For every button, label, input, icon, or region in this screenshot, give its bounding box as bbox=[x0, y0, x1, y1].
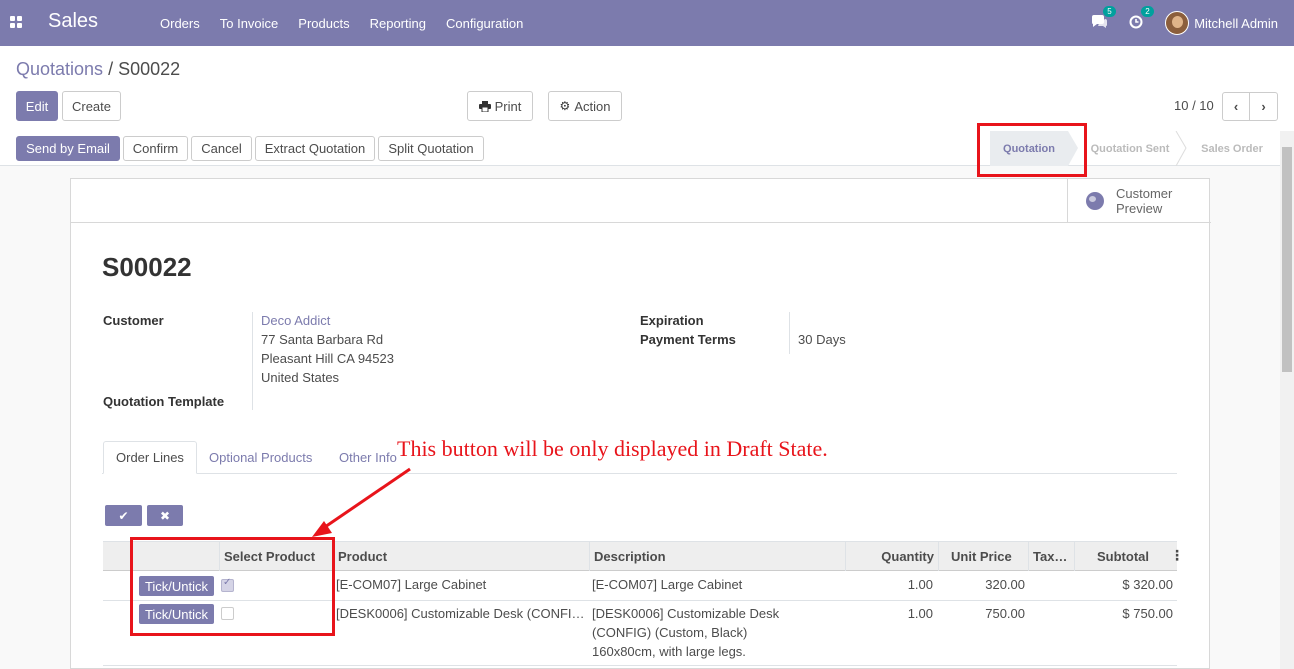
description-line1: [DESK0006] Customizable Desk bbox=[592, 606, 780, 621]
description-cell[interactable]: [E-COM07] Large Cabinet bbox=[592, 575, 742, 594]
customer-preview-button[interactable]: Customer Preview bbox=[1067, 179, 1210, 222]
globe-icon bbox=[1086, 191, 1104, 210]
menu-to-invoice[interactable]: To Invoice bbox=[210, 16, 289, 31]
app-name[interactable]: Sales bbox=[48, 10, 98, 33]
highlight-box-stage bbox=[977, 123, 1087, 177]
messages-button[interactable]: 5 bbox=[1091, 5, 1116, 32]
col-taxes[interactable]: Tax… bbox=[1028, 542, 1074, 571]
edit-button[interactable]: Edit bbox=[16, 91, 58, 121]
column-options-icon[interactable]: ⋮ bbox=[1170, 547, 1184, 564]
apps-menu-icon[interactable] bbox=[10, 16, 23, 29]
product-cell[interactable]: [DESK0006] Customizable Desk (CONFI… bbox=[336, 604, 586, 623]
highlight-box-tick bbox=[130, 537, 335, 636]
expiration-label: Expiration bbox=[640, 313, 704, 328]
send-by-email-button[interactable]: Send by Email bbox=[16, 136, 120, 161]
description-cell[interactable]: [DESK0006] Customizable Desk (CONFIG) (C… bbox=[592, 604, 779, 661]
top-menu: Orders To Invoice Products Reporting Con… bbox=[150, 0, 533, 46]
col-product[interactable]: Product bbox=[333, 542, 589, 571]
chat-icon bbox=[1092, 14, 1108, 28]
menu-reporting[interactable]: Reporting bbox=[360, 16, 436, 31]
menu-products[interactable]: Products bbox=[288, 16, 359, 31]
check-icon: ✔ bbox=[118, 508, 129, 523]
payment-terms-label: Payment Terms bbox=[640, 332, 736, 347]
subtotal-cell: $ 320.00 bbox=[1122, 577, 1173, 592]
breadcrumb-current: S00022 bbox=[118, 59, 181, 79]
cancel-button[interactable]: Cancel bbox=[191, 136, 252, 161]
select-all-button[interactable]: ✔ bbox=[105, 505, 142, 526]
extract-quotation-button[interactable]: Extract Quotation bbox=[255, 136, 375, 161]
breadcrumb-separator: / bbox=[108, 59, 114, 79]
field-divider bbox=[252, 312, 253, 410]
messages-badge: 5 bbox=[1103, 5, 1116, 17]
close-icon: ✖ bbox=[159, 508, 171, 523]
quantity-cell[interactable]: 1.00 bbox=[845, 604, 933, 623]
chevron-right-icon: › bbox=[1261, 99, 1266, 114]
description-line3: 160x80cm, with large legs. bbox=[592, 644, 746, 659]
deselect-all-button[interactable]: ✖ bbox=[147, 505, 183, 526]
top-navbar: Sales Orders To Invoice Products Reporti… bbox=[0, 0, 1294, 46]
systray: 5 2 Mitchell Admin bbox=[1091, 0, 1294, 46]
create-button[interactable]: Create bbox=[62, 91, 121, 121]
col-quantity[interactable]: Quantity bbox=[845, 542, 938, 571]
print-label: Print bbox=[494, 98, 522, 114]
stage-sales-order[interactable]: Sales Order bbox=[1188, 131, 1276, 166]
statusbar: Send by Email Confirm Cancel Extract Quo… bbox=[0, 131, 1294, 166]
print-button[interactable]: Print bbox=[467, 91, 533, 121]
quantity-cell[interactable]: 1.00 bbox=[845, 575, 933, 594]
action-button[interactable]: ⚙ Action bbox=[548, 91, 622, 121]
quotation-template-label: Quotation Template bbox=[103, 394, 225, 409]
activities-button[interactable]: 2 bbox=[1129, 5, 1154, 32]
confirm-button[interactable]: Confirm bbox=[123, 136, 188, 161]
stage-quotation-sent[interactable]: Quotation Sent bbox=[1082, 131, 1178, 166]
annotation-text: This button will be only displayed in Dr… bbox=[397, 436, 828, 461]
subtotal-cell: $ 750.00 bbox=[1122, 606, 1173, 621]
user-avatar[interactable] bbox=[1165, 11, 1190, 35]
activities-badge: 2 bbox=[1141, 5, 1154, 17]
customer-preview-label: Customer Preview bbox=[1116, 186, 1196, 216]
col-subtotal[interactable]: Subtotal bbox=[1074, 542, 1177, 571]
button-box: Customer Preview bbox=[71, 179, 1211, 223]
gear-icon: ⚙ bbox=[559, 99, 571, 113]
scrollbar[interactable] bbox=[1280, 131, 1294, 669]
user-name[interactable]: Mitchell Admin bbox=[1194, 16, 1278, 31]
pager-next-button[interactable]: › bbox=[1249, 92, 1278, 121]
payment-terms-value: 30 Days bbox=[798, 332, 846, 347]
menu-orders[interactable]: Orders bbox=[150, 16, 210, 31]
unit-price-cell[interactable]: 320.00 bbox=[938, 575, 1025, 594]
customer-preview-line2: Preview bbox=[1116, 200, 1163, 216]
print-icon bbox=[478, 100, 491, 112]
pager-previous-button[interactable]: ‹ bbox=[1222, 92, 1250, 121]
stage-divider bbox=[1175, 131, 1187, 166]
address-line3: United States bbox=[261, 370, 340, 385]
annotation-arrow bbox=[312, 467, 411, 537]
address-line2: Pleasant Hill CA 94523 bbox=[261, 351, 394, 366]
scrollbar-thumb[interactable] bbox=[1282, 147, 1292, 372]
breadcrumb-quotations[interactable]: Quotations bbox=[16, 59, 103, 79]
customer-link[interactable]: Deco Addict bbox=[261, 313, 330, 328]
address-line1: 77 Santa Barbara Rd bbox=[261, 332, 384, 347]
pager-value[interactable]: 10 / 10 bbox=[1174, 98, 1214, 113]
col-description[interactable]: Description bbox=[589, 542, 845, 571]
customer-label: Customer bbox=[103, 313, 164, 328]
field-divider-right bbox=[789, 312, 790, 354]
description-line2: (CONFIG) (Custom, Black) bbox=[592, 625, 748, 640]
menu-configuration[interactable]: Configuration bbox=[436, 16, 533, 31]
clock-icon bbox=[1129, 15, 1143, 28]
split-quotation-button[interactable]: Split Quotation bbox=[378, 136, 484, 161]
record-title: S00022 bbox=[102, 252, 192, 282]
action-label: Action bbox=[574, 98, 611, 114]
customer-preview-line1: Customer bbox=[1116, 185, 1173, 201]
tab-order-lines[interactable]: Order Lines bbox=[103, 441, 197, 474]
breadcrumb: Quotations / S00022 bbox=[16, 59, 180, 80]
product-cell[interactable]: [E-COM07] Large Cabinet bbox=[336, 575, 486, 594]
unit-price-cell[interactable]: 750.00 bbox=[938, 604, 1025, 623]
chevron-left-icon: ‹ bbox=[1233, 99, 1239, 114]
